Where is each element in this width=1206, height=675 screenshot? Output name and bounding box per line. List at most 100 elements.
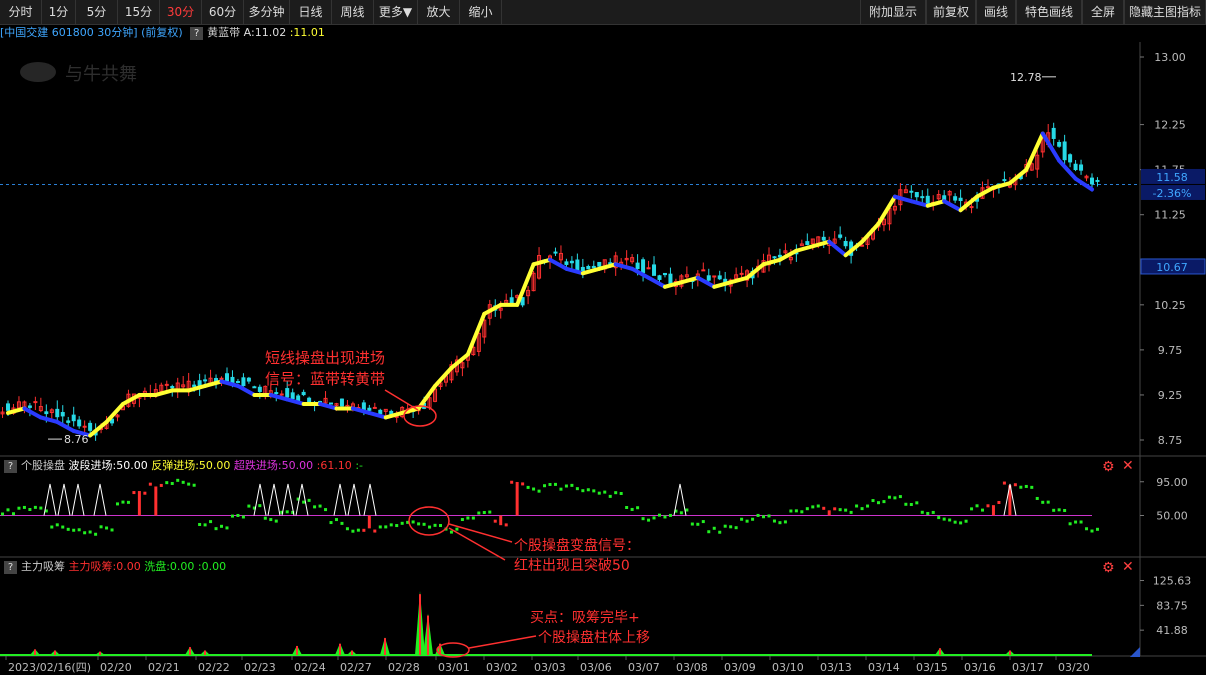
sub1-triangle bbox=[93, 483, 107, 516]
sub1-dot bbox=[575, 487, 579, 491]
candle-body bbox=[953, 196, 958, 201]
help-icon[interactable]: ? bbox=[4, 459, 17, 473]
candle-body bbox=[219, 377, 224, 380]
period-button-3[interactable]: 15分 bbox=[118, 0, 160, 24]
candle-body bbox=[843, 241, 848, 247]
period-button-8[interactable]: 周线 bbox=[332, 0, 374, 24]
candle-body bbox=[509, 297, 514, 304]
candle-body bbox=[1073, 163, 1078, 171]
sub1-dot bbox=[1090, 529, 1094, 533]
sub1-dot bbox=[214, 527, 218, 531]
tool-button-2[interactable]: 画线 bbox=[976, 0, 1016, 24]
sub1-dot bbox=[187, 482, 191, 486]
sub1-dot bbox=[997, 500, 1001, 504]
candle-body bbox=[969, 206, 974, 209]
sub1-dot bbox=[302, 500, 306, 504]
candle-body bbox=[55, 408, 60, 418]
price-tick-label: 9.25 bbox=[1158, 389, 1183, 402]
candle-body bbox=[1057, 141, 1062, 147]
change-pct-label: -2.36% bbox=[1153, 187, 1192, 200]
sub1-tick-label: 95.00 bbox=[1156, 476, 1188, 489]
sub2-pointer bbox=[468, 635, 537, 649]
sub1-label2: 反弹进场:50.00 bbox=[151, 459, 231, 472]
candle-body bbox=[909, 190, 914, 193]
sub1-dot bbox=[110, 528, 114, 532]
sub1-dot bbox=[307, 498, 311, 502]
tool-button-3[interactable]: 特色画线 bbox=[1016, 0, 1082, 24]
date-label: 03/10 bbox=[772, 661, 804, 674]
trend-band-segment bbox=[203, 379, 224, 388]
sub1-dot bbox=[203, 523, 207, 527]
sub1-dot bbox=[411, 520, 415, 524]
tool-button-4[interactable]: 全屏 bbox=[1082, 0, 1124, 24]
sub1-dot bbox=[148, 482, 152, 486]
trend-band-segment bbox=[268, 392, 290, 402]
close-icon[interactable]: ✕ bbox=[1122, 458, 1134, 474]
sub1-pointer bbox=[448, 527, 506, 561]
tool-button-5[interactable]: 隐藏主图指标 bbox=[1124, 0, 1206, 24]
settings-gear-icon[interactable]: ⚙ bbox=[1102, 459, 1115, 475]
period-button-10[interactable]: 放大 bbox=[418, 0, 460, 24]
period-button-0[interactable]: 分时 bbox=[0, 0, 42, 24]
trend-band-segment bbox=[104, 401, 125, 424]
sub1-dot bbox=[198, 522, 202, 526]
trend-band-segment bbox=[1057, 158, 1078, 181]
trend-band-segment bbox=[153, 388, 175, 397]
trend-band-segment bbox=[925, 199, 947, 208]
period-button-11[interactable]: 缩小 bbox=[460, 0, 502, 24]
candle-body bbox=[646, 267, 651, 270]
trend-band-segment bbox=[1007, 167, 1029, 186]
close-icon[interactable]: ✕ bbox=[1122, 559, 1134, 575]
trend-band-segment bbox=[695, 275, 717, 289]
sub1-dot bbox=[734, 526, 738, 530]
candle-body bbox=[920, 196, 925, 199]
sub1-dot bbox=[471, 516, 475, 520]
sub1-dot bbox=[455, 527, 459, 531]
sub1-dot bbox=[652, 516, 656, 520]
sub1-dot bbox=[400, 521, 404, 525]
period-button-2[interactable]: 5分 bbox=[76, 0, 118, 24]
sub1-dot bbox=[931, 510, 935, 514]
period-button-1[interactable]: 1分 bbox=[42, 0, 76, 24]
trend-band-segment bbox=[318, 401, 339, 411]
sub1-label3: 超跌进场:50.00 bbox=[233, 459, 314, 472]
period-button-7[interactable]: 日线 bbox=[290, 0, 332, 24]
sub1-dot bbox=[701, 520, 705, 524]
kline-chart[interactable]: 与牛共舞13.0012.2511.7511.2510.259.759.258.7… bbox=[0, 24, 1206, 675]
period-button-4[interactable]: 30分 bbox=[160, 0, 202, 24]
sub1-dot bbox=[329, 521, 333, 525]
trend-band-segment bbox=[958, 194, 980, 213]
signal-annotation: 短线操盘出现进场 bbox=[265, 349, 385, 367]
help-icon[interactable]: ? bbox=[4, 560, 17, 574]
sub1-dot bbox=[99, 525, 103, 529]
candle-body bbox=[66, 420, 71, 423]
candle-body bbox=[1002, 179, 1007, 182]
sub1-dot bbox=[493, 519, 497, 523]
tool-button-1[interactable]: 前复权 bbox=[926, 0, 976, 24]
date-label: 03/14 bbox=[868, 661, 900, 674]
sub1-dot bbox=[970, 507, 974, 511]
period-button-9[interactable]: 更多▼ bbox=[374, 0, 418, 24]
period-button-6[interactable]: 多分钟 bbox=[244, 0, 290, 24]
sub1-dot bbox=[597, 491, 601, 495]
sub1-dot bbox=[690, 522, 694, 526]
current-price-label: 11.58 bbox=[1156, 171, 1188, 184]
sub1-dot bbox=[220, 524, 224, 528]
trend-band-segment bbox=[120, 392, 142, 406]
sub1-dot bbox=[340, 521, 344, 525]
trend-band-segment bbox=[991, 181, 1012, 190]
sub1-dot bbox=[236, 513, 240, 517]
sub1-dot bbox=[488, 510, 492, 514]
trend-band-segment bbox=[531, 257, 552, 267]
sub1-dot bbox=[942, 517, 946, 521]
price-tick-label: 9.75 bbox=[1158, 344, 1183, 357]
sub1-dot bbox=[981, 508, 985, 512]
period-button-5[interactable]: 60分 bbox=[202, 0, 244, 24]
sub1-dot bbox=[389, 523, 393, 527]
trend-band-segment bbox=[810, 239, 832, 249]
settings-gear-icon[interactable]: ⚙ bbox=[1102, 560, 1115, 576]
candle-body bbox=[372, 406, 377, 409]
candle-body bbox=[1095, 179, 1100, 182]
tool-button-0[interactable]: 附加显示 bbox=[860, 0, 926, 24]
sub1-triangle bbox=[57, 483, 71, 516]
